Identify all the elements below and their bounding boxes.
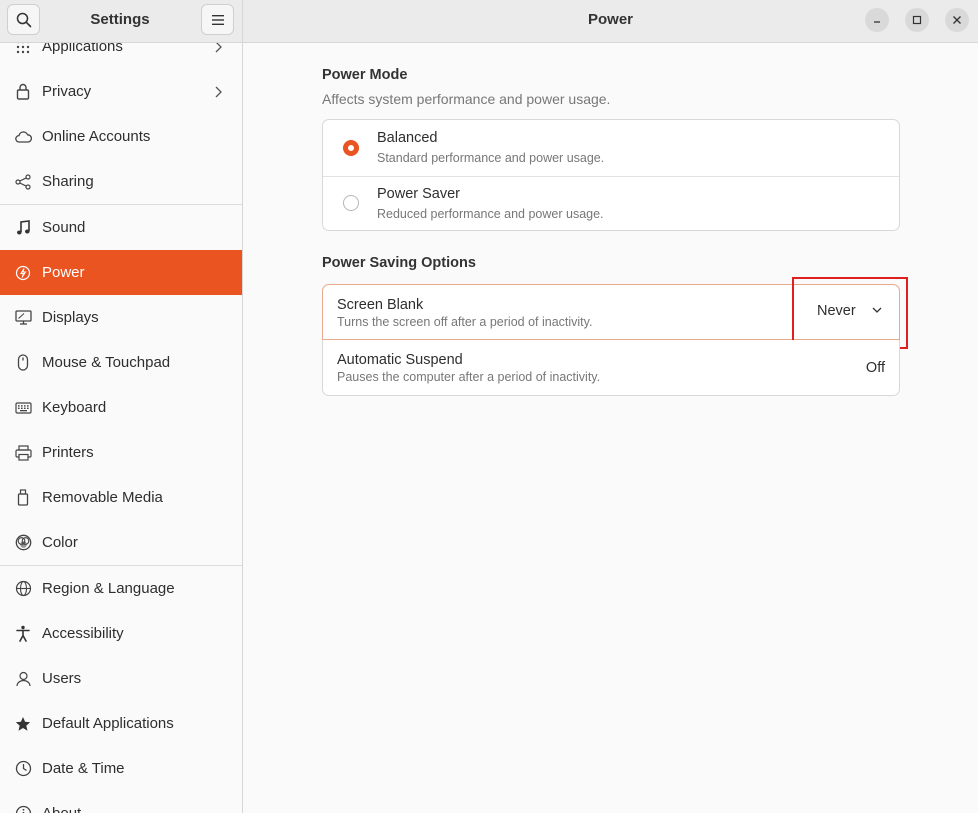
sidebar-item-label: Default Applications — [42, 715, 174, 732]
sidebar-item-about[interactable]: About — [0, 791, 242, 813]
lock-icon — [14, 83, 32, 101]
sidebar-item-label: Displays — [42, 309, 99, 326]
sidebar-item-label: Date & Time — [42, 760, 125, 777]
maximize-button[interactable] — [905, 8, 929, 32]
screen-blank-title: Screen Blank — [337, 297, 424, 313]
power-mode-title: Power Mode — [322, 67, 408, 83]
sidebar-item-label: Region & Language — [42, 580, 175, 597]
sidebar-item-users[interactable]: Users — [0, 656, 242, 701]
sidebar-item-online-accounts[interactable]: Online Accounts — [0, 114, 242, 159]
sidebar-item-label: Sound — [42, 219, 86, 236]
search-button[interactable] — [7, 4, 40, 35]
sidebar-item-displays[interactable]: Displays — [0, 295, 242, 340]
sidebar-item-label: Online Accounts — [42, 128, 151, 145]
sidebar-item-label: Privacy — [42, 83, 92, 100]
sidebar-header: Settings — [0, 0, 243, 43]
hamburger-icon — [211, 14, 224, 25]
power-mode-option-power-saver[interactable]: Power Saver Reduced performance and powe… — [323, 176, 899, 232]
sidebar-item-default-applications[interactable]: Default Applications — [0, 701, 242, 746]
sidebar-item-label: Removable Media — [42, 489, 163, 506]
sidebar-item-keyboard[interactable]: Keyboard — [0, 385, 242, 430]
radio-unselected[interactable] — [343, 195, 359, 211]
power-mode-option-balanced[interactable]: Balanced Standard performance and power … — [323, 120, 899, 176]
automatic-suspend-title: Automatic Suspend — [337, 352, 463, 368]
power-saving-title: Power Saving Options — [322, 255, 476, 271]
cloud-icon — [14, 128, 32, 146]
sidebar-item-power[interactable]: Power — [0, 250, 242, 295]
menu-button[interactable] — [201, 4, 234, 35]
minimize-icon — [874, 21, 880, 23]
star-icon — [14, 715, 32, 733]
chevron-right-icon — [215, 86, 222, 97]
sidebar-item-printers[interactable]: Printers — [0, 430, 242, 475]
printer-icon — [14, 444, 32, 462]
sidebar-item-removable-media[interactable]: Removable Media — [0, 475, 242, 520]
radio-selected[interactable] — [343, 140, 359, 156]
sidebar-item-label: Sharing — [42, 173, 94, 190]
option-subtitle: Reduced performance and power usage. — [377, 207, 604, 221]
sidebar-item-label: Power — [42, 264, 85, 281]
sidebar-item-label: Accessibility — [42, 625, 124, 642]
display-icon — [14, 309, 32, 327]
close-icon — [953, 16, 961, 24]
info-icon — [14, 805, 32, 813]
sidebar-title: Settings — [90, 11, 150, 28]
sidebar-item-label: Printers — [42, 444, 94, 461]
sidebar-item-date-time[interactable]: Date & Time — [0, 746, 242, 791]
sidebar-item-region-language[interactable]: Region & Language — [0, 566, 242, 611]
power-mode-subtitle: Affects system performance and power usa… — [322, 91, 611, 107]
sidebar-item-label: Applications — [42, 43, 123, 55]
sidebar-item-label: Color — [42, 534, 78, 551]
share-icon — [14, 173, 32, 191]
option-title: Power Saver — [377, 186, 461, 202]
sidebar-item-sound[interactable]: Sound — [0, 205, 242, 250]
close-button[interactable] — [945, 8, 969, 32]
minimize-button[interactable] — [865, 8, 889, 32]
maximize-icon — [912, 15, 922, 25]
usb-icon — [14, 489, 32, 507]
sidebar-item-accessibility[interactable]: Accessibility — [0, 611, 242, 656]
sidebar-item-color[interactable]: Color — [0, 520, 242, 565]
power-icon — [14, 264, 32, 282]
color-icon — [14, 534, 32, 552]
sidebar-item-applications[interactable]: Applications — [0, 43, 242, 69]
grid-icon — [14, 43, 32, 56]
sidebar: Applications Privacy Online Accounts Sha… — [0, 43, 243, 813]
sidebar-item-label: About — [42, 805, 81, 813]
sidebar-item-privacy[interactable]: Privacy — [0, 69, 242, 114]
highlight-box — [792, 277, 908, 349]
automatic-suspend-row[interactable]: Automatic Suspend Pauses the computer af… — [322, 340, 900, 396]
option-subtitle: Standard performance and power usage. — [377, 151, 605, 165]
screen-blank-subtitle: Turns the screen off after a period of i… — [337, 315, 593, 329]
sidebar-item-label: Mouse & Touchpad — [42, 354, 171, 371]
globe-icon — [14, 580, 32, 598]
music-note-icon — [14, 219, 32, 237]
sidebar-item-mouse-touchpad[interactable]: Mouse & Touchpad — [0, 340, 242, 385]
users-icon — [14, 670, 32, 688]
accessibility-icon — [14, 625, 32, 643]
chevron-right-icon — [215, 43, 222, 52]
option-title: Balanced — [377, 130, 438, 146]
sidebar-item-sharing[interactable]: Sharing — [0, 159, 242, 204]
sidebar-item-label: Keyboard — [42, 399, 107, 416]
power-mode-card: Balanced Standard performance and power … — [322, 119, 900, 231]
automatic-suspend-value: Off — [865, 360, 885, 376]
keyboard-icon — [14, 399, 32, 417]
main-header: Power — [243, 0, 978, 43]
clock-icon — [14, 760, 32, 778]
mouse-icon — [14, 354, 32, 372]
search-icon — [16, 12, 31, 27]
automatic-suspend-subtitle: Pauses the computer after a period of in… — [337, 370, 601, 384]
sidebar-item-label: Users — [42, 670, 82, 687]
